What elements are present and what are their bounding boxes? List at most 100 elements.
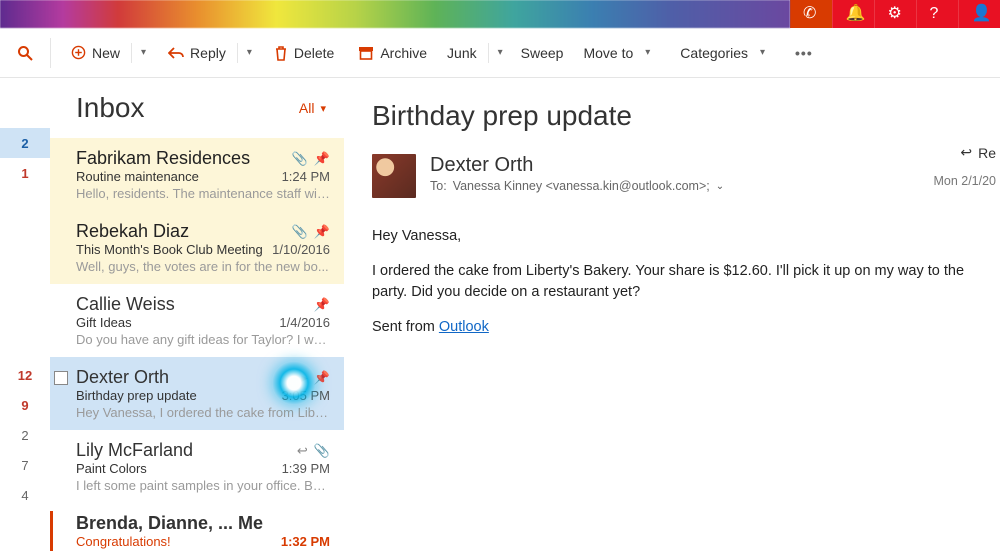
message-item[interactable]: Brenda, Dianne, ... Me Congratulations! … [50, 503, 344, 558]
expand-recipients-icon[interactable]: ⌄ [716, 181, 724, 192]
more-actions-button[interactable]: ••• [787, 39, 821, 67]
message-date: 1/4/2016 [279, 315, 330, 330]
titlebar-icons: ✆ 🔔 ⚙ ? 👤 [790, 0, 1000, 28]
categories-label: Categories [680, 45, 748, 61]
message-subject: This Month's Book Club Meeting [76, 242, 272, 257]
help-icon[interactable]: ? [916, 0, 958, 28]
message-item[interactable]: Rebekah Diaz 📎 📌 This Month's Book Club … [50, 211, 344, 284]
message-subject: Paint Colors [76, 461, 282, 476]
new-label: New [92, 45, 120, 61]
delete-label: Delete [294, 45, 334, 61]
reply-arrow-icon: ↩ [960, 144, 972, 161]
chevron-down-icon: ▾ [754, 41, 771, 64]
message-preview: Do you have any gift ideas for Taylor? I… [76, 332, 330, 347]
gutter-count[interactable]: 7 [0, 450, 50, 480]
pin-icon[interactable]: 📌 [314, 370, 330, 386]
archive-label: Archive [380, 45, 427, 61]
reply-shortcut[interactable]: ↩ Re [960, 144, 1000, 161]
reply-label: Re [978, 145, 996, 161]
message-from: Brenda, Dianne, ... Me [76, 513, 330, 534]
gutter-count[interactable]: 12 [0, 360, 50, 390]
sender-name: Dexter Orth [430, 154, 1000, 177]
archive-icon [358, 46, 374, 60]
body-paragraph: I ordered the cake from Liberty's Bakery… [372, 261, 1000, 303]
message-from: Fabrikam Residences [76, 148, 286, 169]
pin-icon[interactable]: 📌 [314, 224, 330, 240]
gutter-count[interactable]: 1 [0, 158, 50, 188]
archive-button[interactable]: Archive [350, 39, 435, 67]
message-date: 1:39 PM [282, 461, 330, 476]
reply-button[interactable]: Reply [160, 39, 234, 67]
folder-gutter: 2 1 12 9 2 7 4 [0, 78, 50, 558]
sender-avatar[interactable] [372, 154, 416, 198]
attachment-icon: 📎 [292, 151, 308, 167]
sweep-label: Sweep [521, 45, 564, 61]
gutter-count[interactable]: 4 [0, 480, 50, 510]
window-titlebar: ✆ 🔔 ⚙ ? 👤 [0, 0, 1000, 28]
delete-button[interactable]: Delete [266, 39, 342, 67]
new-dropdown[interactable]: ▾ [135, 41, 152, 64]
message-date: 1:24 PM [282, 169, 330, 184]
message-preview: Hey Vanessa, I ordered the cake from Lib… [76, 405, 330, 420]
flag-icon[interactable]: ▸ [301, 370, 308, 386]
new-button[interactable]: New [63, 39, 128, 67]
message-date-full: Mon 2/1/20 [933, 174, 1000, 188]
pin-icon[interactable]: 📌 [314, 297, 330, 313]
junk-button[interactable]: Junk [439, 39, 485, 67]
message-subject: Congratulations! [76, 534, 281, 549]
filter-dropdown[interactable]: All ▾ [299, 100, 326, 116]
message-list[interactable]: Fabrikam Residences 📎 📌 Routine maintena… [50, 138, 344, 558]
sweep-button[interactable]: Sweep [513, 39, 572, 67]
pin-icon[interactable]: 📌 [314, 151, 330, 167]
message-date: 1:32 PM [281, 534, 330, 549]
plus-circle-icon [71, 45, 86, 60]
replied-icon: ↩ [297, 443, 308, 459]
ellipsis-icon: ••• [795, 45, 813, 61]
attachment-icon: 📎 [292, 224, 308, 240]
message-item[interactable]: Lily McFarland ↩ 📎 Paint Colors 1:39 PM … [50, 430, 344, 503]
message-preview: Hello, residents. The maintenance staff … [76, 186, 330, 201]
message-subject: Gift Ideas [76, 315, 279, 330]
reply-label: Reply [190, 45, 226, 61]
message-from: Rebekah Diaz [76, 221, 286, 242]
message-date: 3:05 PM [282, 388, 330, 403]
sent-from-text: Sent from [372, 319, 439, 335]
settings-icon[interactable]: ⚙ [874, 0, 916, 28]
filter-label: All [299, 100, 315, 116]
moveto-button[interactable]: Move to ▾ [575, 35, 664, 70]
account-icon[interactable]: 👤 [958, 0, 1000, 28]
message-preview: I left some paint samples in your office… [76, 478, 330, 493]
message-body: Hey Vanessa, I ordered the cake from Lib… [372, 226, 1000, 338]
folder-title: Inbox [76, 92, 145, 124]
body-paragraph: Sent from Outlook [372, 317, 1000, 338]
recipients: Vanessa Kinney <vanessa.kin@outlook.com>… [453, 179, 710, 193]
outlook-link[interactable]: Outlook [439, 319, 489, 335]
junk-dropdown[interactable]: ▾ [492, 41, 509, 64]
message-subject: Routine maintenance [76, 169, 282, 184]
notifications-icon[interactable]: 🔔 [832, 0, 874, 28]
gutter-count[interactable]: 9 [0, 390, 50, 420]
search-button[interactable] [0, 45, 50, 61]
reading-pane: Birthday prep update ↩ Re Mon 2/1/20 Dex… [344, 78, 1000, 558]
reply-dropdown[interactable]: ▾ [241, 41, 258, 64]
message-from: Lily McFarland [76, 440, 291, 461]
attachment-icon: 📎 [314, 443, 330, 459]
gutter-count[interactable]: 2 [0, 420, 50, 450]
message-date: 1/10/2016 [272, 242, 330, 257]
categories-button[interactable]: Categories ▾ [672, 35, 779, 70]
message-title: Birthday prep update [372, 100, 1000, 132]
to-label: To: [430, 179, 447, 193]
skype-icon[interactable]: ✆ [790, 0, 832, 28]
brand-gradient [0, 0, 790, 28]
message-list-pane: Inbox All ▾ Fabrikam Residences 📎 📌 Rout… [50, 78, 344, 558]
message-item-selected[interactable]: Dexter Orth ▸ 📌 Birthday prep update 3:0… [50, 357, 344, 430]
message-from: Dexter Orth [76, 367, 295, 388]
gutter-count[interactable]: 2 [0, 128, 50, 158]
reply-arrow-icon [168, 46, 184, 60]
importance-bar [50, 511, 53, 551]
message-item[interactable]: Fabrikam Residences 📎 📌 Routine maintena… [50, 138, 344, 211]
body-paragraph: Hey Vanessa, [372, 226, 1000, 247]
message-item[interactable]: Callie Weiss 📌 Gift Ideas 1/4/2016 Do yo… [50, 284, 344, 357]
message-subject: Birthday prep update [76, 388, 282, 403]
chevron-down-icon: ▾ [639, 41, 656, 64]
